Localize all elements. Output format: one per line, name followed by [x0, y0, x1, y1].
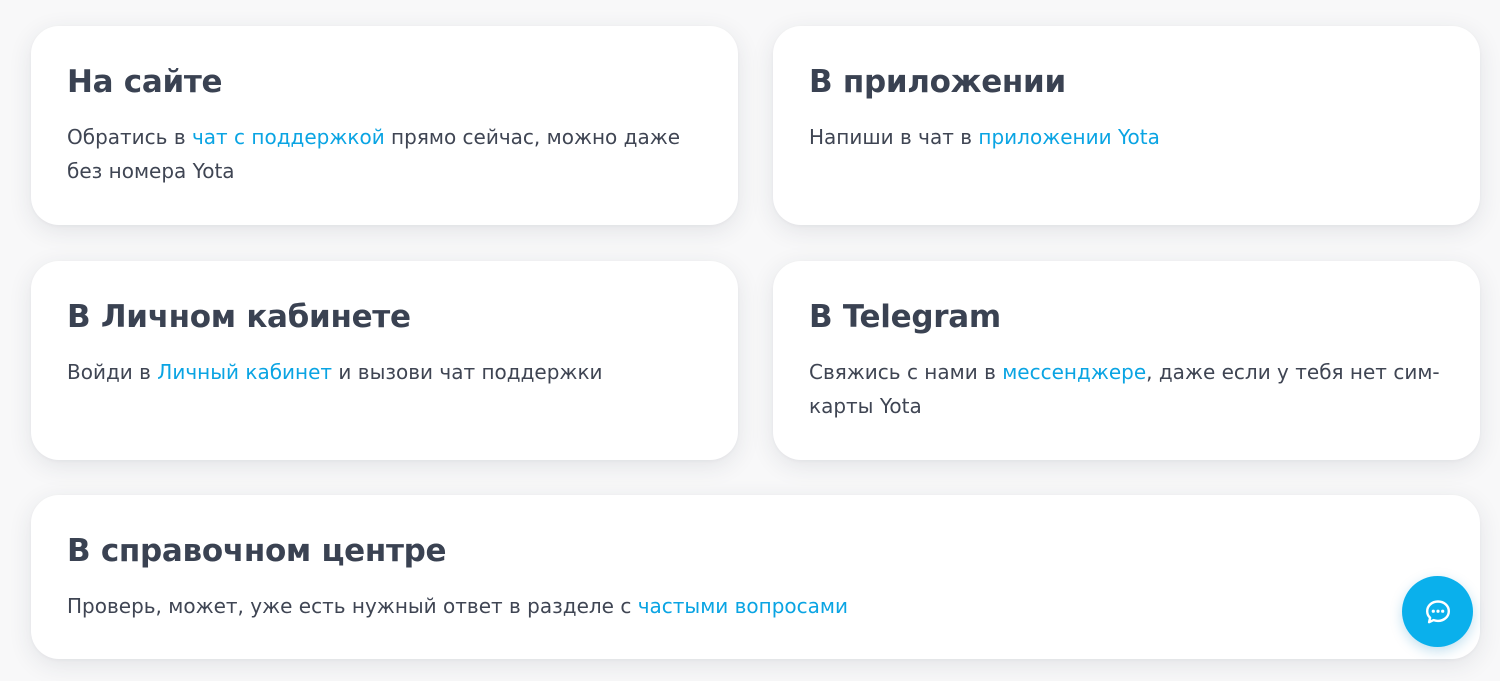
card-description: Напиши в чат в приложении Yota [809, 120, 1444, 154]
card-title: На сайте [67, 64, 223, 100]
description-text: Проверь, может, уже есть нужный ответ в … [67, 594, 638, 618]
personal-account-link[interactable]: Личный кабинет [157, 360, 332, 384]
card-help-center: В справочном центре Проверь, может, уже … [31, 495, 1480, 659]
chat-bubble-icon [1425, 599, 1450, 623]
card-description: Обратись в чат с поддержкой прямо сейчас… [67, 120, 702, 188]
messenger-link[interactable]: мессенджере [1002, 360, 1146, 384]
card-title: В приложении [809, 64, 1066, 100]
faq-link[interactable]: частыми вопросами [638, 594, 848, 618]
card-telegram: В Telegram Свяжись с нами в мессенджере,… [773, 261, 1480, 460]
card-description: Войди в Личный кабинет и вызови чат подд… [67, 355, 702, 389]
support-chat-link[interactable]: чат с поддержкой [192, 125, 385, 149]
card-description: Свяжись с нами в мессенджере, даже если … [809, 355, 1444, 423]
card-in-app: В приложении Напиши в чат в приложении Y… [773, 26, 1480, 225]
description-text: Напиши в чат в [809, 125, 979, 149]
card-title: В справочном центре [67, 533, 447, 569]
description-text: Свяжись с нами в [809, 360, 1003, 384]
card-on-site: На сайте Обратись в чат с поддержкой пря… [31, 26, 738, 225]
chat-button[interactable] [1402, 576, 1473, 647]
yota-app-link[interactable]: приложении Yota [978, 125, 1159, 149]
description-text: и вызови чат поддержки [332, 360, 603, 384]
card-title: В Личном кабинете [67, 299, 411, 335]
description-text: Обратись в [67, 125, 192, 149]
description-text: Войди в [67, 360, 158, 384]
card-personal-account: В Личном кабинете Войди в Личный кабинет… [31, 261, 738, 460]
card-title: В Telegram [809, 299, 1001, 335]
card-description: Проверь, может, уже есть нужный ответ в … [67, 589, 1444, 623]
